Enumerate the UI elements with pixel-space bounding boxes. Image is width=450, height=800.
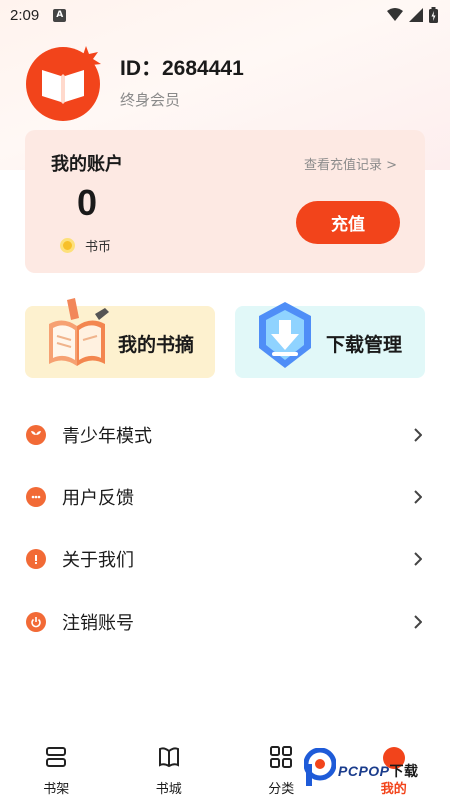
chevron-right-icon — [414, 615, 422, 629]
open-book-pen-icon — [49, 298, 109, 366]
menu-label: 注销账号 — [62, 613, 134, 634]
pcpop-logo-icon — [304, 748, 336, 786]
my-excerpts-card[interactable]: 我的书摘 — [25, 298, 215, 378]
tab-label: 书城 — [155, 782, 182, 797]
status-bar: 2:09 A — [0, 0, 450, 30]
status-icons — [387, 7, 438, 23]
recharge-record-link[interactable]: 查看充值记录 > — [304, 154, 397, 173]
coin-label: 书币 — [85, 240, 112, 255]
watermark-text: PCPOP下载 — [338, 761, 419, 781]
menu-item-feedback[interactable]: 用户反馈 — [0, 472, 450, 522]
grid-icon — [270, 746, 293, 768]
watermark-suffix: 下载 — [389, 763, 419, 779]
book-icon — [158, 747, 179, 768]
signal-icon — [409, 8, 423, 22]
notification-a-icon: A — [53, 8, 67, 22]
menu-item-about-us[interactable]: 关于我们 — [0, 534, 450, 584]
tab-label: 书架 — [43, 782, 70, 797]
chevron-right-icon — [414, 490, 422, 504]
sprout-icon — [26, 425, 46, 445]
coin-balance: 0 — [77, 182, 98, 223]
power-icon — [26, 612, 46, 632]
book-avatar-icon — [26, 46, 101, 121]
menu-label: 关于我们 — [62, 550, 134, 571]
my-excerpts-label: 我的书摘 — [118, 334, 195, 356]
membership-status: 终身会员 — [120, 91, 181, 109]
menu-item-teen-mode[interactable]: 青少年模式 — [0, 410, 450, 460]
chevron-right-icon — [414, 428, 422, 442]
download-management-label: 下载管理 — [326, 334, 403, 356]
user-id: ID：2684441 — [120, 57, 244, 80]
avatar[interactable] — [24, 44, 102, 122]
info-icon — [26, 549, 46, 569]
menu-item-delete-account[interactable]: 注销账号 — [0, 597, 450, 647]
menu-label: 用户反馈 — [62, 488, 134, 509]
status-time: 2:09 — [10, 6, 40, 24]
download-management-card[interactable]: 下载管理 — [235, 302, 425, 378]
tab-bookshelf[interactable]: 书架 — [0, 735, 113, 800]
download-shield-icon — [259, 302, 311, 368]
chevron-right-icon — [414, 552, 422, 566]
menu-label: 青少年模式 — [62, 426, 152, 447]
watermark-brand: PCPOP — [338, 763, 390, 779]
account-card: 我的账户 查看充值记录 > 0 书币 充值 — [25, 130, 425, 273]
account-title: 我的账户 — [51, 154, 123, 175]
battery-icon — [429, 7, 438, 23]
coin-icon — [60, 238, 75, 253]
wifi-icon — [387, 8, 403, 21]
tab-bookstore[interactable]: 书城 — [113, 735, 226, 800]
pcpop-watermark: PCPOP下载 — [304, 748, 444, 788]
recharge-button[interactable]: 充值 — [296, 201, 400, 244]
bookshelf-icon — [46, 747, 67, 767]
chat-icon — [26, 487, 46, 507]
